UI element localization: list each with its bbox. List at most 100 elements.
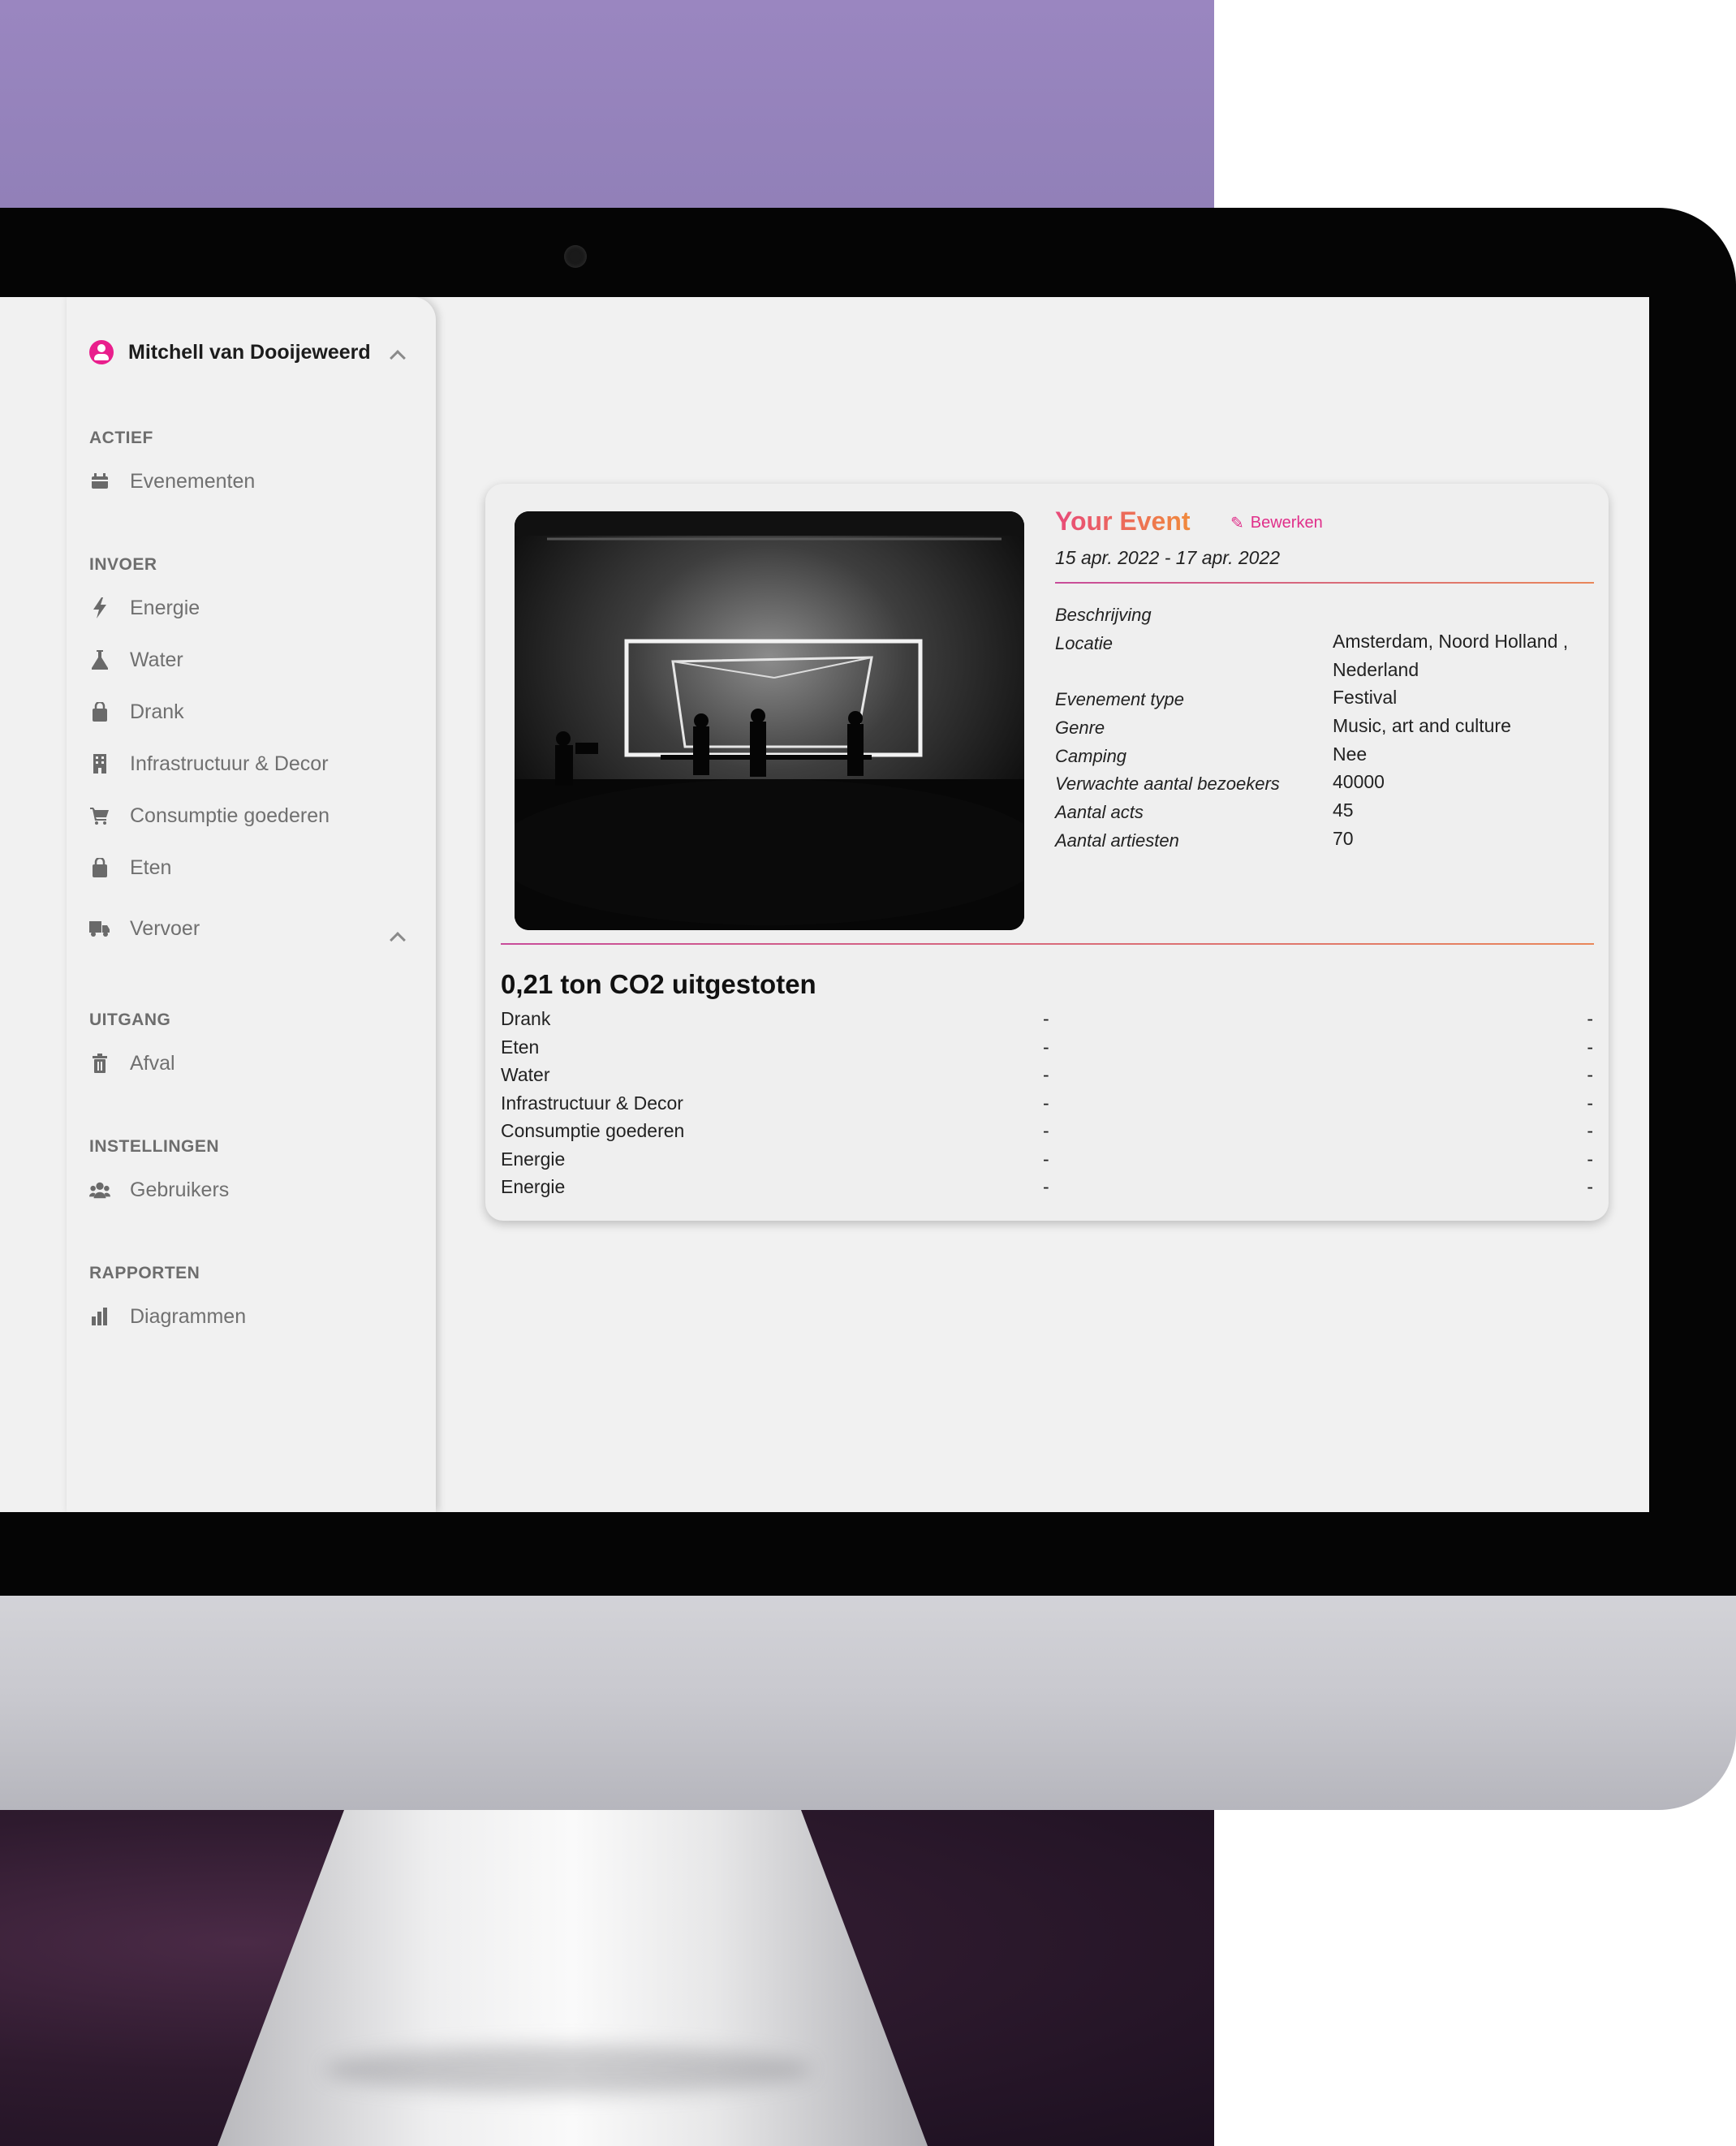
sidebar-item-label: Water bbox=[130, 648, 183, 671]
section-divider bbox=[501, 943, 1594, 945]
emission-value: - bbox=[1587, 1064, 1593, 1085]
app-screen: Mitchell van Dooijeweerd ACTIEF Evenemen… bbox=[0, 297, 1649, 1512]
emission-name: Eten bbox=[501, 1036, 540, 1058]
pencil-icon: ✎ bbox=[1230, 515, 1244, 532]
sidebar-item-label: Vervoer bbox=[130, 916, 200, 940]
emission-value: - bbox=[1043, 1148, 1049, 1170]
sidebar-item-label: Diagrammen bbox=[130, 1304, 247, 1328]
detail-label: Evenement type bbox=[1055, 689, 1184, 709]
edit-label: Bewerken bbox=[1250, 514, 1323, 532]
detail-value: Amsterdam, Noord Holland , Nederland bbox=[1333, 631, 1569, 680]
sidebar-item-infrastructuur[interactable]: Infrastructuur & Decor bbox=[89, 746, 414, 782]
section-actief: ACTIEF bbox=[89, 429, 153, 447]
emission-row: Drank - - bbox=[501, 1008, 1593, 1036]
sidebar-item-gebruikers[interactable]: Gebruikers bbox=[89, 1172, 414, 1208]
emission-name: Water bbox=[501, 1064, 550, 1085]
detail-label: Aantal artiesten bbox=[1055, 830, 1179, 851]
webcam bbox=[564, 245, 587, 268]
background-top bbox=[0, 0, 1214, 211]
sidebar-item-label: Gebruikers bbox=[130, 1178, 230, 1201]
detail-value: 40000 bbox=[1333, 771, 1385, 792]
emission-row: Energie - - bbox=[501, 1148, 1593, 1176]
sidebar-item-afval[interactable]: Afval bbox=[89, 1045, 414, 1081]
user-menu[interactable]: Mitchell van Dooijeweerd bbox=[89, 334, 414, 370]
emission-name: Consumptie goederen bbox=[501, 1120, 685, 1141]
emission-value: - bbox=[1043, 1120, 1049, 1141]
detail-label: Aantal acts bbox=[1055, 802, 1144, 822]
detail-label: Locatie bbox=[1055, 633, 1113, 653]
stand-shadow bbox=[325, 2045, 812, 2094]
truck-icon bbox=[89, 918, 110, 939]
emission-name: Energie bbox=[501, 1176, 566, 1197]
detail-label: Beschrijving bbox=[1055, 605, 1152, 625]
sidebar-item-eten[interactable]: Eten bbox=[89, 850, 414, 886]
sidebar-item-consumptie[interactable]: Consumptie goederen bbox=[89, 798, 414, 834]
edit-button[interactable]: ✎ Bewerken bbox=[1230, 513, 1323, 533]
sidebar-item-evenementen[interactable]: Evenementen bbox=[89, 463, 414, 499]
emission-value: - bbox=[1043, 1064, 1049, 1085]
cart-icon bbox=[89, 805, 110, 826]
event-title: Your Event bbox=[1055, 506, 1191, 536]
section-instellingen: INSTELLINGEN bbox=[89, 1137, 220, 1156]
sidebar-item-diagrammen[interactable]: Diagrammen bbox=[89, 1299, 414, 1334]
detail-label: Verwachte aantal bezoekers bbox=[1055, 774, 1280, 794]
emission-name: Energie bbox=[501, 1148, 566, 1170]
detail-label: Camping bbox=[1055, 746, 1127, 766]
sidebar-item-drank[interactable]: Drank bbox=[89, 694, 414, 730]
emission-row: Eten - - bbox=[501, 1036, 1593, 1064]
section-uitgang: UITGANG bbox=[89, 1011, 171, 1029]
emission-value: - bbox=[1587, 1120, 1593, 1141]
emission-row: Consumptie goederen - - bbox=[501, 1120, 1593, 1148]
event-image bbox=[515, 511, 1024, 930]
detail-value: 70 bbox=[1333, 828, 1354, 849]
section-invoer: INVOER bbox=[89, 555, 157, 574]
trash-icon bbox=[89, 1053, 110, 1074]
emission-name: Drank bbox=[501, 1008, 551, 1029]
section-rapporten: RAPPORTEN bbox=[89, 1264, 200, 1282]
emission-row: Energie - - bbox=[501, 1176, 1593, 1204]
emission-row: Infrastructuur & Decor - - bbox=[501, 1092, 1593, 1120]
sidebar-item-label: Energie bbox=[130, 596, 200, 619]
emission-value: - bbox=[1043, 1036, 1049, 1058]
emission-value: - bbox=[1043, 1092, 1049, 1114]
event-dates: 15 apr. 2022 - 17 apr. 2022 bbox=[1055, 547, 1281, 568]
sidebar-item-label: Consumptie goederen bbox=[130, 804, 330, 827]
sidebar-item-vervoer[interactable]: Vervoer bbox=[89, 911, 414, 946]
sidebar-item-energie[interactable]: Energie bbox=[89, 590, 414, 626]
detail-value: Nee bbox=[1333, 743, 1368, 765]
sidebar-item-label: Afval bbox=[130, 1051, 175, 1075]
sidebar-item-label: Drank bbox=[130, 700, 184, 723]
co2-total-heading: 0,21 ton CO2 uitgestoten bbox=[501, 969, 816, 999]
users-icon bbox=[89, 1179, 110, 1200]
emission-row: Water - - bbox=[501, 1064, 1593, 1092]
detail-value: Music, art and culture bbox=[1333, 715, 1511, 736]
sidebar-item-label: Evenementen bbox=[130, 469, 256, 493]
monitor-chin bbox=[0, 1596, 1736, 1810]
bar-chart-icon bbox=[89, 1306, 110, 1327]
bag-icon bbox=[89, 701, 110, 722]
emission-value: - bbox=[1587, 1176, 1593, 1197]
emission-name: Infrastructuur & Decor bbox=[501, 1092, 683, 1114]
sidebar-item-label: Infrastructuur & Decor bbox=[130, 752, 329, 775]
building-icon bbox=[89, 753, 110, 774]
user-name: Mitchell van Dooijeweerd bbox=[128, 340, 371, 364]
header-divider bbox=[1055, 582, 1594, 584]
detail-label: Genre bbox=[1055, 717, 1105, 738]
flask-icon bbox=[89, 649, 110, 670]
detail-value: 45 bbox=[1333, 799, 1354, 821]
calendar-icon bbox=[89, 471, 110, 492]
emission-value: - bbox=[1587, 1008, 1593, 1029]
emission-value: - bbox=[1043, 1008, 1049, 1029]
user-avatar-icon bbox=[89, 340, 114, 364]
event-card: Your Event ✎ Bewerken 15 apr. 2022 - 17 … bbox=[485, 484, 1609, 1221]
lightning-icon bbox=[89, 597, 110, 618]
sidebar-item-label: Eten bbox=[130, 855, 172, 879]
bag-icon bbox=[89, 857, 110, 878]
detail-value: Festival bbox=[1333, 687, 1398, 708]
emission-value: - bbox=[1587, 1092, 1593, 1114]
emission-value: - bbox=[1587, 1036, 1593, 1058]
emission-value: - bbox=[1043, 1176, 1049, 1197]
sidebar: Mitchell van Dooijeweerd ACTIEF Evenemen… bbox=[67, 297, 436, 1512]
sidebar-item-water[interactable]: Water bbox=[89, 642, 414, 678]
emission-value: - bbox=[1587, 1148, 1593, 1170]
